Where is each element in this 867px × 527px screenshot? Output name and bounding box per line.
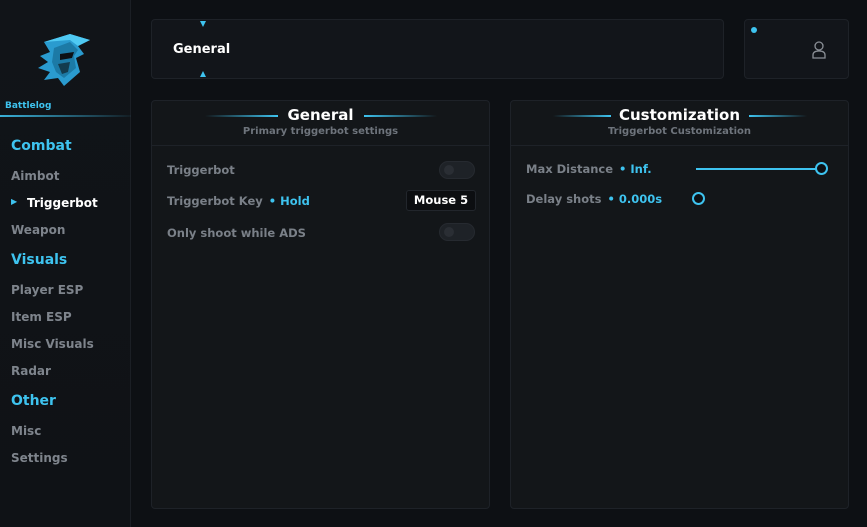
customization-panel: Customization Triggerbot Customization M… xyxy=(510,100,849,509)
nav-item-aimbot[interactable]: Aimbot xyxy=(11,169,59,183)
nav-section-other: Other xyxy=(11,393,56,409)
current-tab-title: General xyxy=(173,42,231,57)
general-settings-panel: General Primary triggerbot settings Trig… xyxy=(151,100,490,509)
bullet-icon: • xyxy=(619,162,627,176)
triggerbot-key-label: Triggerbot Key xyxy=(167,194,263,208)
status-dot xyxy=(751,27,757,33)
delay-shots-row: Delay shots • 0.000s xyxy=(526,192,662,206)
sidebar: Battlelog Combat Aimbot ▶ Triggerbot Wea… xyxy=(0,0,131,527)
bullet-icon: • xyxy=(268,194,277,208)
toggle-knob xyxy=(444,165,454,175)
max-distance-value: Inf. xyxy=(630,162,652,176)
delay-shots-label: Delay shots xyxy=(526,192,602,206)
brand-label: Battlelog xyxy=(5,101,52,111)
nav-section-combat: Combat xyxy=(11,138,72,154)
bullet-icon: • xyxy=(607,192,615,206)
panel-divider xyxy=(152,145,489,146)
nav-item-misc[interactable]: Misc xyxy=(11,424,41,438)
triggerbot-toggle[interactable] xyxy=(439,161,475,179)
brand-divider xyxy=(0,115,131,117)
nav-item-weapon[interactable]: Weapon xyxy=(11,223,65,237)
nav-item-misc-visuals[interactable]: Misc Visuals xyxy=(11,337,94,351)
ads-label: Only shoot while ADS xyxy=(167,226,306,240)
delay-shots-value: 0.000s xyxy=(618,192,663,206)
ads-toggle[interactable] xyxy=(439,223,475,241)
nav-section-visuals: Visuals xyxy=(11,252,68,268)
nav-item-radar[interactable]: Radar xyxy=(11,364,51,378)
keybind-button[interactable]: Mouse 5 xyxy=(406,190,476,211)
panel-subtitle: Triggerbot Customization xyxy=(607,126,752,137)
nav-item-player-esp[interactable]: Player ESP xyxy=(11,283,83,297)
triggerbot-label: Triggerbot xyxy=(167,163,235,177)
max-distance-row: Max Distance • Inf. xyxy=(526,162,652,176)
nav-item-item-esp[interactable]: Item ESP xyxy=(11,310,72,324)
active-arrow-icon: ▶ xyxy=(11,197,18,206)
nav-item-triggerbot[interactable]: Triggerbot xyxy=(27,196,98,210)
tab-next-arrow-icon[interactable] xyxy=(200,71,206,77)
toggle-knob xyxy=(444,227,454,237)
tab-prev-arrow-icon[interactable] xyxy=(200,21,206,27)
user-profile-box[interactable] xyxy=(744,19,849,79)
nav-item-settings[interactable]: Settings xyxy=(11,451,68,465)
delay-shots-slider-knob[interactable] xyxy=(692,192,705,205)
triggerbot-key-row: Triggerbot Key • Hold xyxy=(167,194,310,208)
panel-title: Customization xyxy=(618,106,740,124)
max-distance-slider-track[interactable] xyxy=(696,168,821,170)
panel-divider xyxy=(511,145,848,146)
max-distance-slider-knob[interactable] xyxy=(815,162,828,175)
tab-selector[interactable]: General xyxy=(151,19,724,79)
panel-title: General xyxy=(287,106,354,124)
max-distance-label: Max Distance xyxy=(526,162,614,176)
knight-helmet-logo xyxy=(30,28,96,90)
user-icon[interactable] xyxy=(812,40,826,60)
panel-subtitle: Primary triggerbot settings xyxy=(242,126,399,137)
key-mode-value[interactable]: Hold xyxy=(280,194,310,208)
